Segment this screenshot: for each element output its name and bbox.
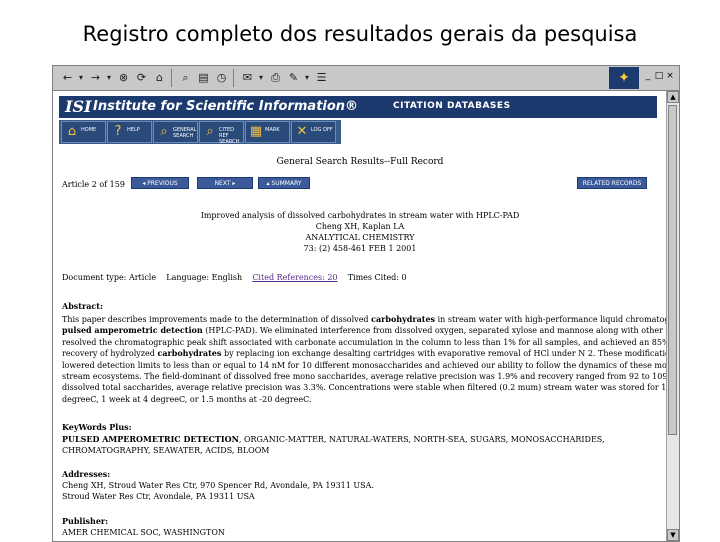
- keywords-heading: KeyWords Plus:: [62, 422, 132, 432]
- page-content: ISI Institute for Scientific Information…: [53, 91, 667, 541]
- keywords-text: PULSED AMPEROMETRIC DETECTION, ORGANIC-M…: [62, 434, 605, 455]
- nav-help-button[interactable]: ? HELP: [107, 121, 152, 143]
- record-meta: Document type: Article Language: English…: [62, 273, 407, 282]
- times-cited: Times Cited: 0: [347, 273, 407, 282]
- print-icon[interactable]: ⎙: [267, 69, 284, 86]
- forward-icon[interactable]: →: [87, 69, 104, 86]
- nav-cited-ref-search-button[interactable]: ⌕ CITED REF SEARCH: [199, 121, 244, 145]
- addresses-heading: Addresses:: [62, 469, 111, 479]
- previous-button[interactable]: ◂ PREVIOUS: [131, 177, 189, 189]
- scroll-down-icon[interactable]: ▼: [667, 529, 679, 541]
- home-icon[interactable]: ⌂: [151, 69, 168, 86]
- isi-logo: ISI: [65, 97, 92, 116]
- record-title: Improved analysis of dissolved carbohydr…: [200, 211, 520, 220]
- isi-nav-bar: ⌂ HOME ? HELP ⌕ GENERAL SEARCH ⌕ CITED R…: [59, 120, 341, 145]
- favorites-icon[interactable]: ▤: [195, 69, 212, 86]
- log-off-icon: ✕: [296, 124, 308, 139]
- refresh-icon[interactable]: ⟳: [133, 69, 150, 86]
- mail-icon[interactable]: ✉: [239, 69, 256, 86]
- search-icon[interactable]: ⌕: [177, 69, 194, 86]
- dropdown-icon[interactable]: ▾: [256, 69, 266, 86]
- dropdown-icon[interactable]: ▾: [76, 69, 86, 86]
- chevron-right-icon: ▸: [230, 180, 236, 187]
- discuss-icon[interactable]: ☰: [313, 69, 330, 86]
- slide-title: Registro completo dos resultados gerais …: [82, 22, 638, 46]
- browser-throbber-icon: ✦: [609, 67, 639, 89]
- history-icon[interactable]: ◷: [213, 69, 230, 86]
- addresses-text: Cheng XH, Stroud Water Res Ctr, 970 Spen…: [62, 481, 374, 501]
- citation-databases-label: CITATION DATABASES: [393, 101, 511, 111]
- browser-window: ← ▾ → ▾ ⊗ ⟳ ⌂ ⌕ ▤ ◷ ✉ ▾ ⎙ ✎ ▾ ☰ ✦ _ □ × …: [52, 65, 680, 542]
- dropdown-icon[interactable]: ▾: [302, 69, 312, 86]
- mark-icon: ▦: [249, 124, 263, 139]
- nav-log-off-button[interactable]: ✕ LOG OFF: [291, 121, 336, 143]
- summary-button[interactable]: ▴ SUMMARY: [258, 177, 310, 189]
- isi-name: Institute for Scientific Information®: [93, 99, 359, 114]
- stop-icon[interactable]: ⊗: [115, 69, 132, 86]
- nav-general-search-button[interactable]: ⌕ GENERAL SEARCH: [153, 121, 198, 143]
- isi-header-bar: ISI Institute for Scientific Information…: [59, 96, 657, 118]
- record-authors: Cheng XH, Kaplan LA: [315, 222, 405, 231]
- publisher-text: AMER CHEMICAL SOC, WASHINGTON: [62, 528, 225, 537]
- dropdown-icon[interactable]: ▾: [104, 69, 114, 86]
- back-icon[interactable]: ←: [59, 69, 76, 86]
- cited-ref-search-icon: ⌕: [206, 124, 214, 139]
- related-records-button[interactable]: RELATED RECORDS: [577, 177, 647, 189]
- general-search-icon: ⌕: [160, 124, 168, 139]
- home-icon: ⌂: [67, 124, 77, 139]
- next-button[interactable]: NEXT ▸: [197, 177, 253, 189]
- record-citation: 73: (2) 458-461 FEB 1 2001: [303, 244, 417, 253]
- scroll-up-icon[interactable]: ▲: [667, 91, 679, 103]
- help-icon: ?: [114, 124, 122, 139]
- abstract-heading: Abstract:: [62, 301, 103, 311]
- edit-icon[interactable]: ✎: [285, 69, 302, 86]
- minimize-icon[interactable]: _: [643, 70, 653, 82]
- record-journal: ANALYTICAL CHEMISTRY: [305, 233, 415, 242]
- browser-toolbar: ← ▾ → ▾ ⊗ ⟳ ⌂ ⌕ ▤ ◷ ✉ ▾ ⎙ ✎ ▾ ☰ ✦ _ □ ×: [53, 66, 679, 91]
- page-heading: General Search Results--Full Record: [276, 157, 444, 167]
- nav-home-button[interactable]: ⌂ HOME: [61, 121, 106, 143]
- cited-references-link[interactable]: Cited References: 20: [252, 273, 337, 282]
- nav-mark-button[interactable]: ▦ MARK: [245, 121, 290, 143]
- close-icon[interactable]: ×: [665, 70, 675, 82]
- scrollbar-thumb[interactable]: [668, 105, 677, 435]
- vertical-scrollbar[interactable]: ▲ ▼: [666, 91, 679, 541]
- publisher-heading: Publisher:: [62, 516, 109, 526]
- article-count: Article 2 of 159: [62, 180, 125, 189]
- abstract-text: This paper describes improvements made t…: [62, 314, 667, 404]
- maximize-icon[interactable]: □: [654, 70, 664, 82]
